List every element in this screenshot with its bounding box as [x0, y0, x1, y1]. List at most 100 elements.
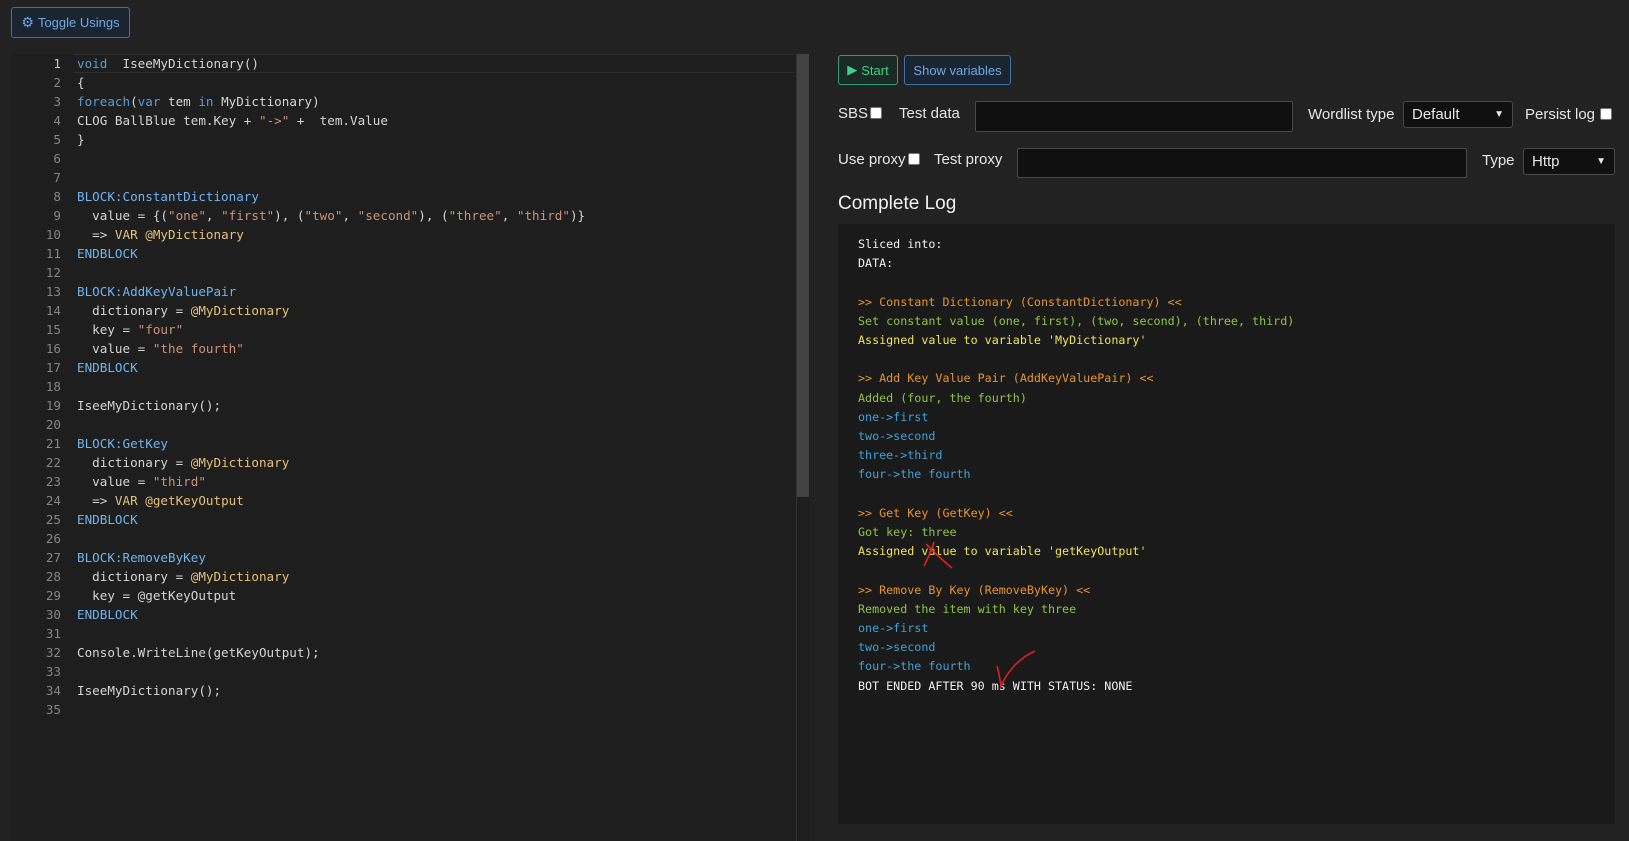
code-editor[interactable]: 1 2 3 4 5 6 7 8 9 10 11 12 13 14 15 16 17 18 19 20 21 22 23 24 2…: [11, 54, 810, 841]
line-number: 16: [45, 341, 61, 356]
test-proxy-input[interactable]: [1017, 148, 1467, 178]
line-number: 5: [53, 132, 61, 147]
test-data-input[interactable]: [975, 101, 1293, 132]
line-number: 14: [45, 303, 61, 318]
proxy-type-value: Http: [1532, 153, 1560, 170]
code-line: Console.WriteLine(getKeyOutput);: [77, 645, 320, 660]
play-icon: ▶: [847, 62, 858, 77]
code-line: key = @getKeyOutput: [77, 588, 237, 603]
code-line: ENDBLOCK: [77, 360, 138, 375]
toggle-usings-button[interactable]: ⚙ Toggle Usings: [11, 7, 130, 38]
line-number: 20: [45, 417, 61, 432]
proxy-type-select[interactable]: Http ▼: [1523, 148, 1615, 175]
line-number: 29: [45, 588, 61, 603]
line-number: 35: [45, 702, 61, 717]
log-line: one->first: [858, 409, 929, 424]
log-line: Assigned value to variable 'getKeyOutput…: [858, 544, 1147, 559]
line-number: 12: [45, 265, 61, 280]
log-line: Got key: three: [858, 525, 957, 539]
chevron-down-icon: ▼: [1596, 156, 1606, 167]
code-line: ENDBLOCK: [77, 512, 138, 527]
code-line: BLOCK:RemoveByKey: [77, 550, 206, 565]
wordlist-type-label: Wordlist type: [1308, 106, 1395, 123]
wordlist-type-value: Default: [1412, 106, 1460, 123]
persist-log-label: Persist log: [1525, 106, 1596, 123]
code-line: BLOCK:AddKeyValuePair: [77, 284, 237, 299]
line-number: 7: [53, 170, 61, 185]
editor-scrollbar[interactable]: [796, 54, 810, 841]
code-line: void IseeMyDictionary(): [77, 56, 259, 71]
line-number: 17: [45, 360, 61, 375]
code-line: key = "four": [77, 322, 184, 337]
code-area[interactable]: void IseeMyDictionary() { foreach(var tem …: [77, 54, 794, 841]
code-line: foreach(var tem in MyDictionary): [77, 94, 320, 109]
code-line: {: [77, 75, 85, 90]
line-number-gutter: 1 2 3 4 5 6 7 8 9 10 11 12 13 14 15 16 17 18 19 20 21 22 23 24 2…: [11, 54, 65, 841]
line-number: 4: [53, 113, 61, 128]
line-number: 2: [53, 75, 61, 90]
use-proxy-checkbox[interactable]: [908, 153, 920, 165]
code-line: ENDBLOCK: [77, 246, 138, 261]
line-number: 9: [53, 208, 61, 223]
complete-log-panel: Sliced into: DATA: >> Constant Dictionary …: [838, 224, 1615, 824]
line-number: 22: [45, 455, 61, 470]
persist-log-checkbox[interactable]: [1600, 108, 1612, 120]
code-line: value = {("one", "first"), ("two", "seco…: [77, 208, 586, 223]
wordlist-type-select[interactable]: Default ▼: [1403, 101, 1513, 128]
log-line: >> Add Key Value Pair (AddKeyValuePair) …: [858, 371, 1154, 386]
line-number: 3: [53, 94, 61, 109]
log-line: >> Remove By Key (RemoveByKey) <<: [858, 582, 1091, 597]
editor-scrollbar-thumb[interactable]: [797, 54, 809, 497]
line-number: 27: [45, 550, 61, 565]
code-line: dictionary = @MyDictionary: [77, 303, 290, 318]
line-number: 6: [53, 151, 61, 166]
log-line: Set constant value (one, first), (two, s…: [858, 313, 1295, 328]
log-line: >> Constant Dictionary (ConstantDictiona…: [858, 294, 1182, 309]
log-line: Sliced into:: [858, 237, 943, 251]
code-line: dictionary = @MyDictionary: [77, 455, 290, 470]
log-line: Assigned value to variable 'MyDictionary…: [858, 333, 1147, 347]
show-variables-button[interactable]: Show variables: [904, 55, 1011, 85]
log-line: Removed the item with key three: [858, 601, 1077, 616]
line-number: 24: [45, 493, 61, 508]
log-line: four->the fourth: [858, 467, 971, 482]
code-line: BLOCK:GetKey: [77, 436, 168, 451]
log-line: DATA:: [858, 256, 894, 271]
gear-icon: ⚙: [21, 14, 34, 30]
code-line: => VAR @getKeyOutput: [77, 493, 244, 508]
log-line: one->first: [858, 621, 929, 635]
code-line: IseeMyDictionary();: [77, 398, 222, 413]
line-number: 19: [45, 398, 61, 413]
code-line: value = "third": [77, 474, 206, 489]
code-line: IseeMyDictionary();: [77, 683, 222, 698]
code-line: => VAR @MyDictionary: [77, 227, 244, 242]
test-proxy-label: Test proxy: [934, 151, 1003, 168]
chevron-down-icon: ▼: [1494, 109, 1504, 120]
code-line: dictionary = @MyDictionary: [77, 569, 290, 584]
log-line: two->second: [858, 640, 936, 655]
line-number: 23: [45, 474, 61, 489]
code-line: value = "the fourth": [77, 341, 244, 356]
line-number: 8: [53, 189, 61, 204]
code-line: BLOCK:ConstantDictionary: [77, 189, 259, 204]
line-number: 25: [45, 512, 61, 527]
log-line: three->third: [858, 448, 943, 463]
log-line: >> Get Key (GetKey) <<: [858, 505, 1013, 520]
code-line: ENDBLOCK: [77, 607, 138, 622]
log-line: Added (four, the fourth): [858, 390, 1027, 405]
line-number: 26: [45, 531, 61, 546]
line-number: 32: [45, 645, 61, 660]
line-number: 1: [53, 56, 61, 71]
line-number: 28: [45, 569, 61, 584]
line-number: 34: [45, 683, 61, 698]
line-number: 13: [45, 284, 61, 299]
test-data-label: Test data: [899, 105, 960, 122]
start-label: Start: [861, 62, 889, 78]
code-line: }: [77, 132, 85, 147]
log-line: BOT ENDED AFTER 90 ms WITH STATUS: NONE: [858, 678, 1133, 693]
log-title: Complete Log: [838, 193, 957, 214]
line-number: 15: [45, 322, 61, 337]
sbs-checkbox[interactable]: [870, 107, 882, 119]
line-number: 33: [45, 664, 61, 679]
start-button[interactable]: ▶ Start: [838, 55, 898, 85]
